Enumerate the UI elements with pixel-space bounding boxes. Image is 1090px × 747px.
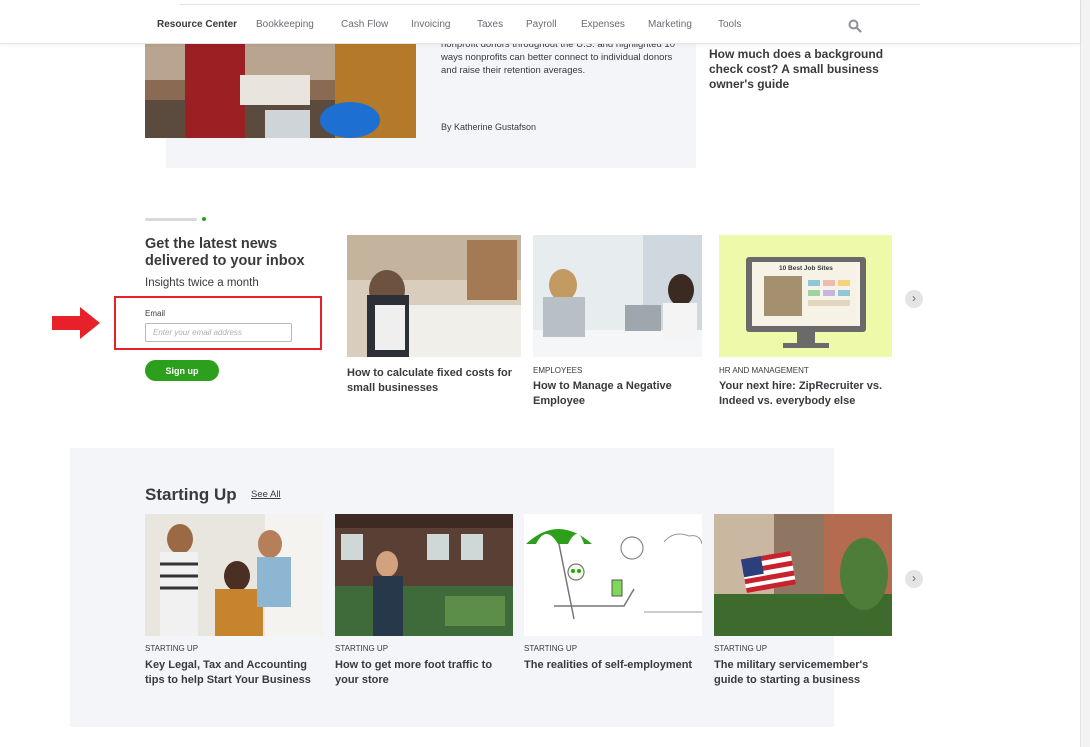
see-all-link[interactable]: See All [251, 489, 281, 500]
search-icon[interactable] [848, 19, 862, 33]
top-navigation: Resource Center Bookkeeping Cash Flow In… [0, 0, 1080, 44]
page-scrollbar[interactable] [1080, 0, 1090, 747]
newsletter-subheading: Insights twice a month [145, 277, 259, 289]
nav-invoicing[interactable]: Invoicing [411, 19, 450, 30]
side-article-title[interactable]: How much does a background check cost? A… [709, 47, 889, 92]
carousel-progress-bar [145, 218, 197, 221]
section-title-starting-up: Starting Up [145, 485, 237, 504]
carousel-next-button[interactable]: › [905, 290, 923, 308]
starting-up-card-title[interactable]: The realities of self-employment [524, 658, 702, 673]
nav-taxes[interactable]: Taxes [477, 19, 503, 30]
email-field[interactable] [145, 323, 292, 342]
nav-expenses[interactable]: Expenses [581, 19, 625, 30]
carousel-progress-dot [202, 217, 206, 221]
beach-illustration-image[interactable] [524, 514, 702, 636]
starting-up-card-category: STARTING UP [524, 644, 578, 653]
shop-owner-image[interactable] [335, 514, 513, 636]
nav-cash-flow[interactable]: Cash Flow [341, 19, 388, 30]
chevron-right-icon: › [912, 291, 916, 305]
newsletter-heading: Get the latest news delivered to your in… [145, 236, 305, 269]
office-meeting-image[interactable] [533, 235, 702, 357]
featured-article-author: By Katherine Gustafson [441, 122, 537, 132]
nav-top-divider [180, 0, 920, 5]
nav-resource-center[interactable]: Resource Center [157, 19, 237, 30]
donation-volunteers-image[interactable] [145, 40, 416, 138]
starting-up-card-category: STARTING UP [335, 644, 389, 653]
starting-up-next-button[interactable]: › [905, 570, 923, 588]
red-arrow-icon [52, 307, 100, 339]
news-card-category: EMPLOYEES [533, 366, 583, 375]
starting-up-card-category: STARTING UP [145, 644, 199, 653]
nav-tools[interactable]: Tools [718, 19, 741, 30]
job-sites-monitor-image[interactable]: 10 Best Job Sites [719, 235, 892, 357]
news-card-title[interactable]: Your next hire: ZipRecruiter vs. Indeed … [719, 379, 892, 409]
monitor-caption: 10 Best Job Sites [779, 265, 833, 272]
nav-payroll[interactable]: Payroll [526, 19, 557, 30]
nav-bookkeeping[interactable]: Bookkeeping [256, 19, 314, 30]
email-label: Email [145, 309, 166, 318]
starting-up-card-title[interactable]: The military servicemember's guide to st… [714, 658, 892, 688]
american-flag-image[interactable] [714, 514, 892, 636]
starting-up-card-title[interactable]: Key Legal, Tax and Accounting tips to he… [145, 658, 323, 688]
starting-up-card-category: STARTING UP [714, 644, 768, 653]
news-card-category: HR AND MANAGEMENT [719, 366, 809, 375]
news-card-title[interactable]: How to Manage a Negative Employee [533, 379, 702, 409]
sign-up-button[interactable]: Sign up [145, 360, 219, 381]
chevron-right-icon: › [912, 571, 916, 585]
team-celebrating-image[interactable] [145, 514, 323, 636]
nav-marketing[interactable]: Marketing [648, 19, 692, 30]
news-card-title[interactable]: How to calculate fixed costs for small b… [347, 366, 521, 396]
starting-up-card-title[interactable]: How to get more foot traffic to your sto… [335, 658, 513, 688]
cafe-worker-image[interactable] [347, 235, 521, 357]
